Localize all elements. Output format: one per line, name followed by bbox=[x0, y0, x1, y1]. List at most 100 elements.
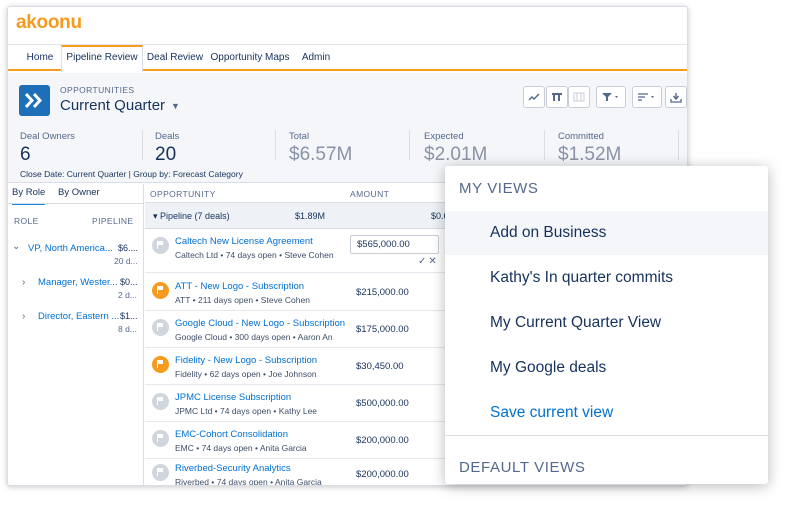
table-icon[interactable] bbox=[568, 86, 590, 108]
filter-summary[interactable]: Close Date: Current Quarter | Group by: … bbox=[20, 169, 243, 179]
opportunity-name[interactable]: Google Cloud - New Logo - Subscription bbox=[175, 318, 345, 329]
flag-icon[interactable] bbox=[152, 356, 169, 373]
kpi-label: Total bbox=[289, 131, 310, 142]
opportunity-name[interactable]: Fidelity - New Logo - Subscription bbox=[175, 355, 317, 366]
kpi-deal-owners: Deal Owners 6 bbox=[20, 131, 75, 167]
opportunities-icon bbox=[19, 85, 50, 116]
opportunity-meta: Riverbed • 74 days open • Anita Garcia bbox=[175, 477, 322, 486]
kpi-label: Deal Owners bbox=[20, 131, 75, 142]
tree-item-value: $0... bbox=[120, 277, 138, 287]
amount-value[interactable]: $215,000.00 bbox=[356, 287, 409, 298]
tab-by-owner[interactable]: By Owner bbox=[58, 187, 100, 198]
kpi-value: 6 bbox=[20, 144, 31, 165]
role-column-header[interactable]: ROLE bbox=[14, 216, 39, 226]
trend-icon[interactable] bbox=[523, 86, 545, 108]
filter-icon[interactable] bbox=[596, 86, 626, 108]
tree-item-count: 8 d... bbox=[118, 324, 137, 334]
tree-item[interactable]: › Director, Eastern ... $1... 8 d... bbox=[8, 308, 144, 334]
menu-item-kathys-commits[interactable]: Kathy's In quarter commits bbox=[445, 256, 768, 300]
opportunity-meta: EMC • 74 days open • Anita Garcia bbox=[175, 443, 307, 453]
opportunity-name[interactable]: Riverbed-Security Analytics bbox=[175, 463, 291, 474]
divider bbox=[8, 203, 144, 204]
kpi-value: $2.01M bbox=[424, 144, 488, 165]
kpi-deals: Deals 20 bbox=[155, 131, 179, 167]
views-dropdown-menu: MY VIEWS Add on Business Kathy's In quar… bbox=[445, 166, 768, 484]
opportunity-meta: ATT • 211 days open • Steve Cohen bbox=[175, 295, 310, 305]
tree-item-label[interactable]: Manager, Wester... bbox=[38, 277, 118, 288]
chevron-right-icon[interactable]: › bbox=[22, 311, 25, 322]
menu-item-my-google-deals[interactable]: My Google deals bbox=[445, 346, 768, 390]
kpi-value: $1.52M bbox=[558, 144, 622, 165]
flag-icon[interactable] bbox=[152, 319, 169, 336]
opportunity-name[interactable]: ATT - New Logo - Subscription bbox=[175, 281, 304, 292]
amount-value[interactable]: $175,000.00 bbox=[356, 324, 409, 335]
top-nav: Home Pipeline Review Deal Review Opportu… bbox=[8, 44, 687, 72]
group-label[interactable]: ▾ Pipeline (7 deals) bbox=[153, 211, 230, 222]
tree-item-label[interactable]: Director, Eastern ... bbox=[38, 311, 119, 322]
view-selector[interactable]: Current Quarter ▼ bbox=[60, 97, 180, 114]
nav-tab-opportunity-maps[interactable]: Opportunity Maps bbox=[210, 45, 290, 70]
amount-value[interactable]: $30,450.00 bbox=[356, 361, 404, 372]
nav-tab-pipeline-review[interactable]: Pipeline Review bbox=[61, 45, 143, 72]
role-sidebar: By Role By Owner ROLE PIPELINE ⌄ VP, Nor… bbox=[8, 184, 144, 485]
kpi-total: Total $6.57M bbox=[289, 131, 352, 167]
chevron-right-icon[interactable]: › bbox=[22, 277, 25, 288]
save-current-view-link[interactable]: Save current view bbox=[445, 391, 768, 435]
opportunity-meta: Google Cloud • 300 days open • Aaron An bbox=[175, 332, 333, 342]
edit-actions[interactable]: ✓✕ bbox=[418, 256, 439, 267]
nav-tab-admin[interactable]: Admin bbox=[296, 45, 336, 70]
amount-value[interactable]: $200,000.00 bbox=[356, 435, 409, 446]
tree-item[interactable]: ⌄ VP, North America... $6.... 20 d... bbox=[8, 240, 144, 266]
view-title: Current Quarter bbox=[60, 97, 166, 114]
opportunity-name[interactable]: Caltech New License Agreement bbox=[175, 236, 313, 247]
opportunity-meta: JPMC Ltd • 74 days open • Kathy Lee bbox=[175, 406, 318, 416]
kpi-committed: Committed $1.52M bbox=[558, 131, 621, 167]
kpi-label: Committed bbox=[558, 131, 604, 142]
opportunity-meta: Fidelity • 62 days open • Joe Johnson bbox=[175, 369, 317, 379]
opportunity-meta: Caltech Ltd • 74 days open • Steve Cohen bbox=[175, 250, 334, 260]
my-views-heading: MY VIEWS bbox=[459, 180, 539, 197]
divider bbox=[678, 130, 679, 160]
chevron-down-icon[interactable]: ▼ bbox=[171, 101, 180, 111]
kpi-value: 20 bbox=[155, 144, 177, 165]
opportunity-name[interactable]: JPMC License Subscription bbox=[175, 392, 291, 403]
chevron-down-icon[interactable]: ⌄ bbox=[12, 241, 20, 252]
amount-field[interactable] bbox=[350, 235, 439, 254]
group-title: Pipeline (7 deals) bbox=[160, 211, 230, 221]
download-icon[interactable] bbox=[665, 86, 687, 108]
flag-icon[interactable] bbox=[152, 393, 169, 410]
nav-tab-deal-review[interactable]: Deal Review bbox=[145, 45, 205, 70]
app-logo[interactable]: akoonu bbox=[16, 12, 82, 34]
amount-value[interactable]: $200,000.00 bbox=[356, 469, 409, 480]
default-views-heading: DEFAULT VIEWS bbox=[459, 459, 586, 476]
amount-column-header[interactable]: AMOUNT bbox=[350, 189, 389, 199]
menu-item-my-current-quarter[interactable]: My Current Quarter View bbox=[445, 301, 768, 345]
divider bbox=[142, 130, 143, 160]
kpi-value: $6.57M bbox=[289, 144, 353, 165]
pipeline-column-header[interactable]: PIPELINE bbox=[92, 216, 133, 226]
tree-item-count: 2 d... bbox=[118, 290, 137, 300]
nav-tab-home[interactable]: Home bbox=[20, 45, 60, 70]
flag-icon[interactable] bbox=[152, 464, 169, 481]
chart-icon[interactable] bbox=[546, 86, 568, 108]
tree-item-value: $6.... bbox=[118, 243, 139, 253]
kpi-label: Expected bbox=[424, 131, 464, 142]
tree-item-label[interactable]: VP, North America... bbox=[28, 243, 113, 254]
divider bbox=[275, 130, 276, 160]
group-amount: $1.89M bbox=[295, 211, 326, 221]
flag-icon[interactable] bbox=[152, 430, 169, 447]
flag-icon[interactable] bbox=[152, 237, 169, 254]
menu-item-add-on-business[interactable]: Add on Business bbox=[445, 211, 768, 255]
object-label: OPPORTUNITIES bbox=[60, 85, 135, 95]
tree-item[interactable]: › Manager, Wester... $0... 2 d... bbox=[8, 274, 144, 300]
divider bbox=[445, 435, 768, 436]
amount-value[interactable]: $500,000.00 bbox=[356, 398, 409, 409]
opportunity-column-header[interactable]: OPPORTUNITY bbox=[150, 189, 216, 199]
kpi-expected: Expected $2.01M bbox=[424, 131, 487, 167]
divider bbox=[544, 130, 545, 160]
opportunity-name[interactable]: EMC-Cohort Consolidation bbox=[175, 429, 288, 440]
tree-item-count: 20 d... bbox=[114, 256, 138, 266]
flag-icon[interactable] bbox=[152, 282, 169, 299]
sort-icon[interactable] bbox=[632, 86, 662, 108]
kpi-label: Deals bbox=[155, 131, 180, 142]
